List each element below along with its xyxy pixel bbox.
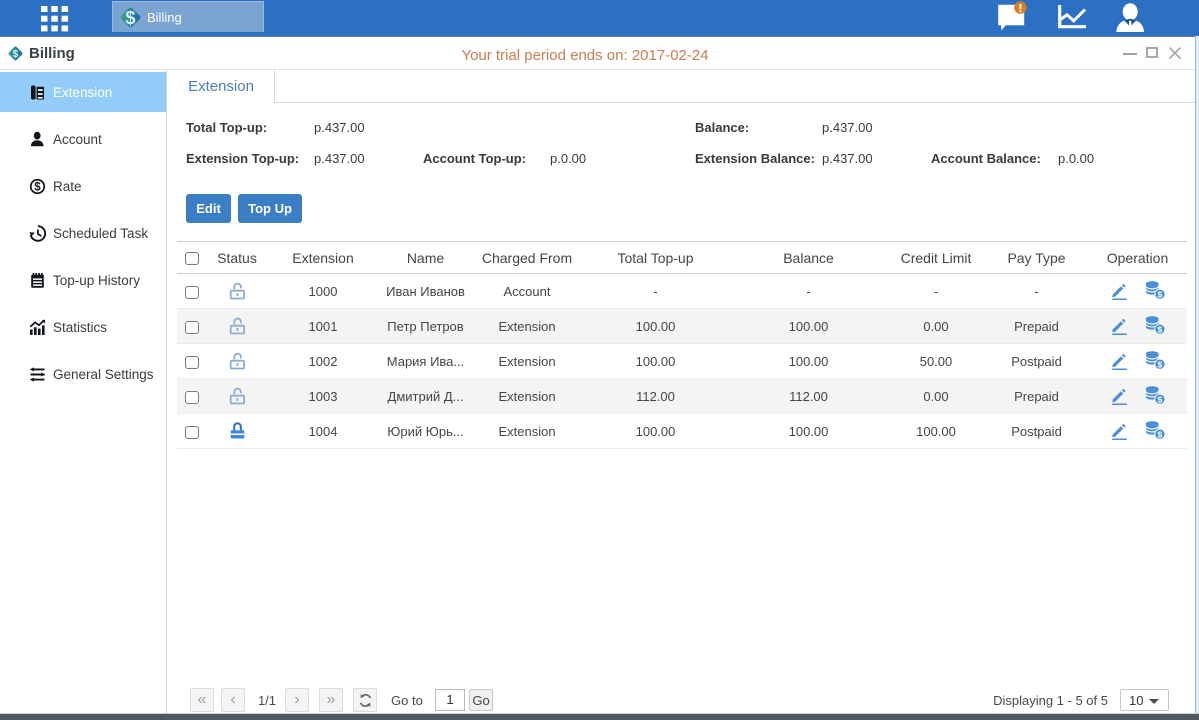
svg-text:$: $ — [1157, 429, 1162, 439]
svg-text:$: $ — [1157, 359, 1162, 369]
svg-text:$: $ — [13, 49, 19, 60]
svg-text:$: $ — [34, 181, 41, 193]
svg-text:$: $ — [1157, 324, 1162, 334]
svg-text:$: $ — [1157, 289, 1162, 299]
svg-text:$: $ — [1157, 394, 1162, 404]
svg-text:$: $ — [125, 7, 135, 27]
